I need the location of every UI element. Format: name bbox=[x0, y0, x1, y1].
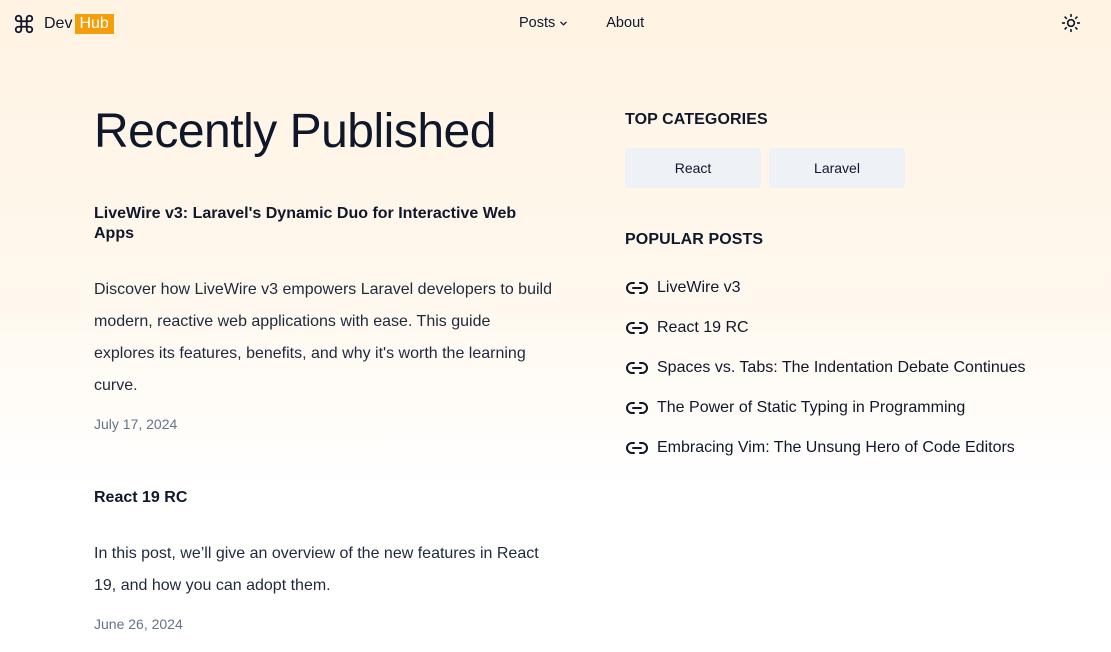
post-excerpt: In this post, we’ll give an overview of … bbox=[94, 545, 539, 594]
category-button-laravel[interactable]: Laravel bbox=[769, 148, 905, 188]
site-header: Dev Hub Posts About bbox=[0, 0, 1111, 48]
post-card: LiveWire v3: Laravel's Dynamic Duo for I… bbox=[94, 204, 554, 432]
popular-posts-heading: POPULAR POSTS bbox=[625, 231, 764, 248]
main-nav: Posts About bbox=[519, 15, 644, 31]
popular-post-link[interactable]: Embracing Vim: The Unsung Hero of Code E… bbox=[625, 436, 1015, 460]
command-icon bbox=[13, 13, 35, 35]
link-icon bbox=[625, 436, 649, 460]
popular-post-label: The Power of Static Typing in Programmin… bbox=[657, 399, 966, 416]
popular-post-link[interactable]: Spaces vs. Tabs: The Indentation Debate … bbox=[625, 356, 1026, 380]
site-logo[interactable]: Dev Hub bbox=[13, 12, 114, 36]
link-icon bbox=[625, 276, 649, 300]
page-title: Recently Published bbox=[94, 105, 496, 158]
top-categories-heading: TOP CATEGORIES bbox=[625, 111, 768, 128]
nav-posts-dropdown[interactable]: Posts bbox=[519, 15, 568, 31]
nav-about-link[interactable]: About bbox=[606, 15, 644, 31]
link-icon bbox=[625, 396, 649, 420]
post-title-link[interactable]: React 19 RC bbox=[94, 488, 554, 508]
link-icon bbox=[625, 316, 649, 340]
post-card: React 19 RC In this post, we’ll give an … bbox=[94, 488, 554, 632]
popular-post-link[interactable]: React 19 RC bbox=[625, 316, 749, 340]
post-title-link[interactable]: LiveWire v3: Laravel's Dynamic Duo for I… bbox=[94, 204, 554, 244]
popular-post-label: LiveWire v3 bbox=[657, 279, 741, 296]
chevron-down-icon bbox=[559, 19, 568, 28]
popular-post-label: Embracing Vim: The Unsung Hero of Code E… bbox=[657, 439, 1015, 456]
sun-icon bbox=[1061, 13, 1081, 33]
logo-text-dev: Dev bbox=[44, 15, 73, 32]
post-date: June 26, 2024 bbox=[94, 616, 183, 632]
popular-post-link[interactable]: LiveWire v3 bbox=[625, 276, 741, 300]
category-button-react[interactable]: React bbox=[625, 148, 761, 188]
theme-toggle-button[interactable] bbox=[1061, 13, 1081, 33]
popular-post-link[interactable]: The Power of Static Typing in Programmin… bbox=[625, 396, 965, 420]
nav-posts-label: Posts bbox=[519, 15, 556, 31]
logo-text-hub: Hub bbox=[75, 14, 114, 34]
post-date: July 17, 2024 bbox=[94, 416, 178, 432]
popular-post-label: React 19 RC bbox=[657, 319, 749, 336]
post-excerpt: Discover how LiveWire v3 empowers Larave… bbox=[94, 281, 552, 394]
link-icon bbox=[625, 356, 649, 380]
popular-post-label: Spaces vs. Tabs: The Indentation Debate … bbox=[657, 359, 1026, 376]
